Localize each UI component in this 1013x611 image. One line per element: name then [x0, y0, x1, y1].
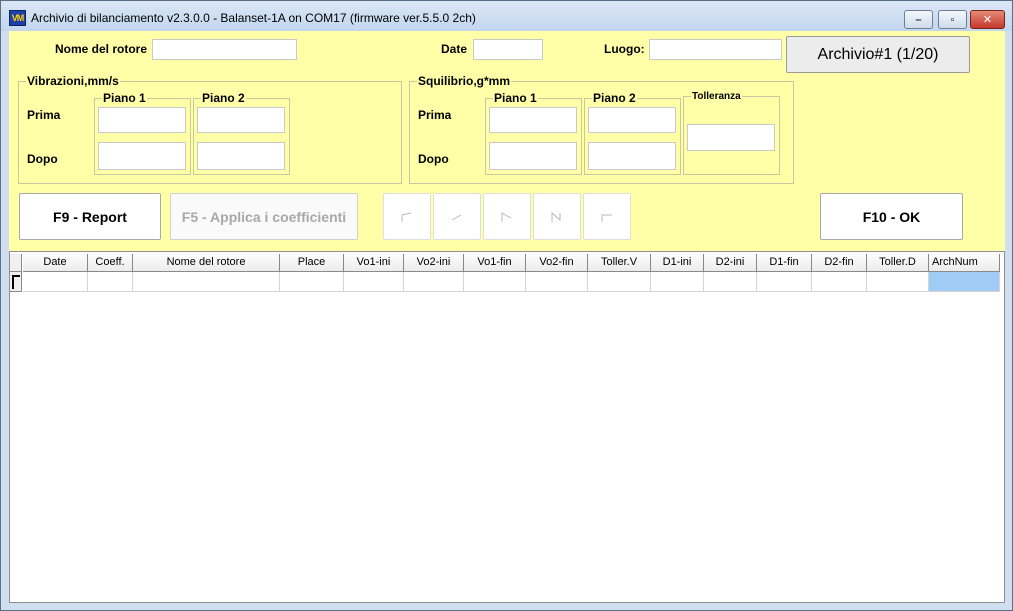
- close-icon: ✕: [982, 14, 993, 26]
- app-logo-icon: VM: [9, 10, 26, 26]
- table-cell-vo2-ini[interactable]: [404, 272, 464, 292]
- prev-record-button[interactable]: [433, 193, 481, 240]
- unbalance-plane2-before-field[interactable]: [588, 107, 676, 133]
- column-header-archnum[interactable]: ArchNum: [929, 254, 1000, 272]
- table-cell-d1-fin[interactable]: [757, 272, 812, 292]
- table-cell-place[interactable]: [280, 272, 344, 292]
- vibrations-plane1-label: Piano 1: [102, 91, 147, 105]
- title-bar[interactable]: VM Archivio di bilanciamento v2.3.0.0 - …: [1, 1, 1012, 31]
- next-record-button[interactable]: [483, 193, 531, 240]
- place-field[interactable]: [649, 39, 782, 60]
- vibrations-plane1-after-field[interactable]: [98, 142, 186, 170]
- column-header-vo1-ini[interactable]: Vo1-ini: [344, 254, 404, 272]
- column-header-place[interactable]: Place: [280, 254, 344, 272]
- window-title: Archivio di bilanciamento v2.3.0.0 - Bal…: [31, 11, 476, 25]
- column-header-rotor[interactable]: Nome del rotore: [133, 254, 280, 272]
- unbalance-before-label: Prima: [418, 108, 452, 122]
- last-record-button[interactable]: [533, 193, 581, 240]
- column-header-d2-fin[interactable]: D2-fin: [812, 254, 867, 272]
- column-header-date[interactable]: Date: [23, 254, 88, 272]
- table-cell-d2-ini[interactable]: [704, 272, 757, 292]
- ok-button[interactable]: F10 - OK: [820, 193, 963, 240]
- next-record-icon: [501, 211, 512, 222]
- maximize-button[interactable]: ▫: [938, 10, 967, 29]
- archive-table[interactable]: [9, 251, 1005, 603]
- unbalance-plane2-label: Piano 2: [592, 91, 637, 105]
- first-record-button[interactable]: [383, 193, 431, 240]
- unbalance-title: Squilibrio,g*mm: [417, 74, 512, 88]
- close-button[interactable]: ✕: [970, 10, 1005, 29]
- vibrations-after-label: Dopo: [27, 152, 58, 166]
- tolerance-label: Tolleranza: [691, 91, 742, 102]
- vibrations-plane2-after-field[interactable]: [197, 142, 285, 170]
- vibrations-plane2-label: Piano 2: [201, 91, 246, 105]
- column-header-vo2-ini[interactable]: Vo2-ini: [404, 254, 464, 272]
- table-corner-header: [10, 254, 22, 272]
- vibrations-plane1-before-field[interactable]: [98, 107, 186, 133]
- unbalance-after-label: Dopo: [418, 152, 449, 166]
- date-label: Date: [441, 42, 468, 56]
- column-header-d1-fin[interactable]: D1-fin: [757, 254, 812, 272]
- unbalance-plane1-after-field[interactable]: [489, 142, 577, 170]
- table-cell-toller-v[interactable]: [588, 272, 651, 292]
- column-header-vo2-fin[interactable]: Vo2-fin: [526, 254, 588, 272]
- last-record-icon: [551, 211, 561, 222]
- apply-coefficients-button[interactable]: F5 - Applica i coefficienti: [170, 193, 358, 240]
- table-cell-d2-fin[interactable]: [812, 272, 867, 292]
- table-cell-coeff[interactable]: [88, 272, 133, 292]
- column-header-d2-ini[interactable]: D2-ini: [704, 254, 757, 272]
- vibrations-plane2-before-field[interactable]: [197, 107, 285, 133]
- end-record-icon: [601, 214, 612, 222]
- column-header-coeff[interactable]: Coeff.: [88, 254, 133, 272]
- column-header-toller-d[interactable]: Toller.D: [867, 254, 929, 272]
- unbalance-plane1-label: Piano 1: [493, 91, 538, 105]
- column-header-toller-v[interactable]: Toller.V: [588, 254, 651, 272]
- table-cell-vo1-fin[interactable]: [464, 272, 526, 292]
- maximize-icon: ▫: [950, 13, 955, 26]
- table-cell-d1-ini[interactable]: [651, 272, 704, 292]
- unbalance-plane2-after-field[interactable]: [588, 142, 676, 170]
- report-button[interactable]: F9 - Report: [19, 193, 161, 240]
- rotor-name-label: Nome del rotore: [55, 42, 148, 56]
- table-cell-archnum[interactable]: [929, 272, 1000, 292]
- date-field[interactable]: [473, 39, 543, 60]
- archive-selector-button[interactable]: Archivio#1 (1/20): [786, 36, 970, 73]
- unbalance-plane1-before-field[interactable]: [489, 107, 577, 133]
- column-header-d1-ini[interactable]: D1-ini: [651, 254, 704, 272]
- current-row-indicator-icon: [12, 275, 20, 289]
- first-record-icon: [401, 212, 412, 222]
- place-label: Luogo:: [604, 42, 645, 56]
- table-cell-vo2-fin[interactable]: [526, 272, 588, 292]
- table-cell-toller-d[interactable]: [867, 272, 929, 292]
- rotor-name-field[interactable]: [152, 39, 297, 60]
- minimize-icon: –: [915, 13, 922, 26]
- table-cell-date[interactable]: [23, 272, 88, 292]
- app-window: VM Archivio di bilanciamento v2.3.0.0 - …: [0, 0, 1013, 611]
- vibrations-title: Vibrazioni,mm/s: [26, 74, 120, 88]
- prev-record-icon: [451, 214, 462, 220]
- tolerance-field[interactable]: [687, 124, 775, 151]
- column-header-vo1-fin[interactable]: Vo1-fin: [464, 254, 526, 272]
- table-cell-vo1-ini[interactable]: [344, 272, 404, 292]
- minimize-button[interactable]: –: [904, 10, 933, 29]
- vibrations-before-label: Prima: [27, 108, 61, 122]
- table-cell-rotor[interactable]: [133, 272, 280, 292]
- end-record-button[interactable]: [583, 193, 631, 240]
